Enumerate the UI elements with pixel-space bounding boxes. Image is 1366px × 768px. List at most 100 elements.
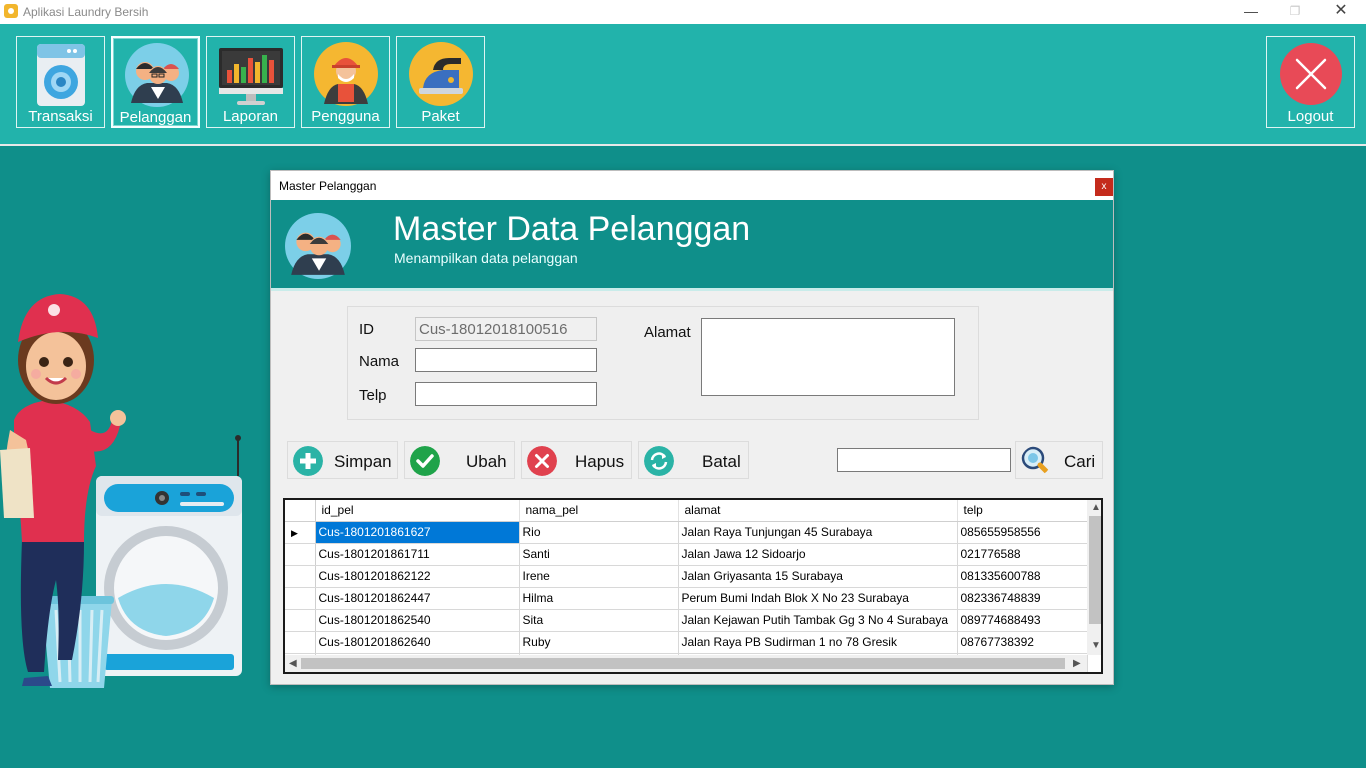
minimize-button[interactable]: — — [1228, 0, 1274, 24]
column-header-telp[interactable]: telp — [957, 500, 1088, 522]
id-field[interactable] — [415, 317, 597, 341]
close-circle-icon — [1280, 43, 1342, 105]
row-header-corner — [285, 500, 316, 522]
customers-icon — [125, 43, 189, 107]
toolbar-pengguna-button[interactable]: Pengguna — [301, 36, 390, 128]
toolbar-laporan-button[interactable]: Laporan — [206, 36, 295, 128]
table-cell-telp[interactable]: 08767738392 — [957, 631, 1088, 654]
table-cell-alamat[interactable]: Perum Bumi Indah Blok X No 23 Surabaya — [678, 587, 958, 610]
table-row[interactable]: Cus-1801201862122 Irene Jalan Griyasanta 1… — [285, 565, 1088, 588]
logout-label: Logout — [1287, 108, 1334, 125]
plus-icon — [293, 446, 323, 476]
toolbar-transaksi-button[interactable]: Transaksi — [16, 36, 105, 128]
table-cell-id-pel[interactable]: Cus-1801201861711 — [315, 543, 520, 566]
table-cell-alamat[interactable]: Jalan Griyasanta 15 Surabaya — [678, 565, 958, 588]
worker-icon — [314, 42, 378, 106]
table-cell-telp[interactable]: 081335600788 — [957, 565, 1088, 588]
hapus-button[interactable]: Hapus — [521, 441, 632, 479]
table-cell-nama-pel[interactable]: Sita — [519, 609, 679, 632]
row-header[interactable] — [285, 565, 316, 588]
ubah-label: Ubah — [466, 452, 507, 471]
row-header[interactable]: ▶ — [285, 521, 316, 544]
laundry-mascot-illustration — [0, 294, 242, 688]
vertical-scroll-thumb[interactable] — [1089, 516, 1101, 624]
search-icon — [1021, 446, 1051, 476]
logout-button[interactable]: Logout — [1266, 36, 1355, 128]
master-pelanggan-dialog: Master Pelanggan x Master Data Pelanggan… — [270, 170, 1114, 685]
search-input[interactable] — [837, 448, 1011, 472]
hapus-label: Hapus — [575, 452, 625, 471]
header-title: Master Data Pelanggan — [393, 210, 751, 248]
dialog-close-button[interactable]: x — [1095, 178, 1113, 196]
toolbar-paket-label: Paket — [421, 108, 460, 125]
scroll-up-arrow-icon[interactable]: ▲ — [1091, 502, 1101, 513]
cari-label: Cari — [1064, 452, 1096, 471]
main-toolbar: Transaksi Pelanggan Laporan Pengguna Pak… — [0, 24, 1366, 146]
horizontal-scrollbar[interactable]: ◀ ▶ — [285, 655, 1087, 672]
close-window-button[interactable]: ✕ — [1318, 0, 1364, 24]
table-row[interactable]: Cus-1801201862540 Sita Jalan Kejawan Putih… — [285, 609, 1088, 632]
row-header[interactable] — [285, 587, 316, 610]
batal-button[interactable]: Batal — [638, 441, 749, 479]
row-header[interactable] — [285, 543, 316, 566]
table-cell-nama-pel[interactable]: Hilma — [519, 587, 679, 610]
table-cell-alamat[interactable]: Jalan Jawa 12 Sidoarjo — [678, 543, 958, 566]
toolbar-pengguna-label: Pengguna — [311, 108, 380, 125]
table-cell-telp[interactable]: 082336748839 — [957, 587, 1088, 610]
table-cell-nama-pel[interactable]: Irene — [519, 565, 679, 588]
table-row[interactable]: ▶ Cus-1801201861627 Rio Jalan Raya Tunjunga… — [285, 521, 1088, 544]
dialog-title-bar: Master Pelanggan x — [271, 171, 1113, 200]
table-cell-telp[interactable]: 089774688493 — [957, 609, 1088, 632]
toolbar-pelanggan-button[interactable]: Pelanggan — [111, 36, 200, 128]
column-header-nama-pel[interactable]: nama_pel — [519, 500, 679, 522]
table-cell-telp[interactable]: 021776588 — [957, 543, 1088, 566]
scroll-right-arrow-icon[interactable]: ▶ — [1073, 658, 1081, 669]
table-cell-nama-pel[interactable]: Ruby — [519, 631, 679, 654]
telp-label: Telp — [359, 387, 387, 404]
window-title: Aplikasi Laundry Bersih — [23, 5, 149, 19]
table-cell-telp[interactable]: 085655958556 — [957, 521, 1088, 544]
table-cell-id-pel[interactable]: Cus-1801201862122 — [315, 565, 520, 588]
table-cell-id-pel[interactable]: Cus-1801201861627 — [315, 521, 520, 544]
nama-field[interactable] — [415, 348, 597, 372]
batal-label: Batal — [702, 452, 741, 471]
simpan-label: Simpan — [334, 452, 392, 471]
horizontal-scroll-thumb[interactable] — [301, 658, 1065, 669]
simpan-button[interactable]: Simpan — [287, 441, 398, 479]
alamat-field[interactable] — [701, 318, 955, 396]
toolbar-pelanggan-label: Pelanggan — [119, 109, 192, 126]
vertical-scrollbar[interactable]: ▲ ▼ — [1087, 500, 1101, 655]
row-header[interactable] — [285, 631, 316, 654]
scroll-left-arrow-icon[interactable]: ◀ — [289, 658, 297, 669]
maximize-button[interactable]: ❐ — [1272, 0, 1318, 24]
table-cell-nama-pel[interactable]: Rio — [519, 521, 679, 544]
customers-icon — [285, 213, 351, 279]
ubah-button[interactable]: Ubah — [404, 441, 515, 479]
column-header-alamat[interactable]: alamat — [678, 500, 958, 522]
table-cell-nama-pel[interactable]: Santi — [519, 543, 679, 566]
table-cell-alamat[interactable]: Jalan Raya PB Sudirman 1 no 78 Gresik — [678, 631, 958, 654]
cari-button[interactable]: Cari — [1015, 441, 1103, 479]
table-cell-id-pel[interactable]: Cus-1801201862540 — [315, 609, 520, 632]
current-row-arrow-icon: ▶ — [291, 528, 298, 538]
table-cell-id-pel[interactable]: Cus-1801201862447 — [315, 587, 520, 610]
id-label: ID — [359, 321, 374, 338]
toolbar-paket-button[interactable]: Paket — [396, 36, 485, 128]
table-cell-alamat[interactable]: Jalan Raya Tunjungan 45 Surabaya — [678, 521, 958, 544]
table-row[interactable]: Cus-1801201861711 Santi Jalan Jawa 12 Sido… — [285, 543, 1088, 566]
scroll-down-arrow-icon[interactable]: ▼ — [1091, 640, 1101, 651]
toolbar-laporan-label: Laporan — [222, 108, 279, 125]
header-subtitle: Menampilkan data pelanggan — [394, 250, 578, 266]
customer-form-panel: ID Nama Telp Alamat — [347, 306, 979, 420]
table-cell-alamat[interactable]: Jalan Kejawan Putih Tambak Gg 3 No 4 Sur… — [678, 609, 958, 632]
report-chart-icon — [219, 48, 283, 105]
table-row[interactable]: Cus-1801201862447 Hilma Perum Bumi Indah B… — [285, 587, 1088, 610]
column-header-id-pel[interactable]: id_pel — [315, 500, 520, 522]
table-cell-id-pel[interactable]: Cus-1801201862640 — [315, 631, 520, 654]
row-header[interactable] — [285, 609, 316, 632]
iron-icon — [409, 42, 473, 106]
table-row[interactable]: Cus-1801201862640 Ruby Jalan Raya PB Sudir… — [285, 631, 1088, 654]
telp-field[interactable] — [415, 382, 597, 406]
toolbar-transaksi-label: Transaksi — [28, 108, 93, 125]
title-bar: Aplikasi Laundry Bersih — ❐ ✕ — [0, 0, 1366, 24]
